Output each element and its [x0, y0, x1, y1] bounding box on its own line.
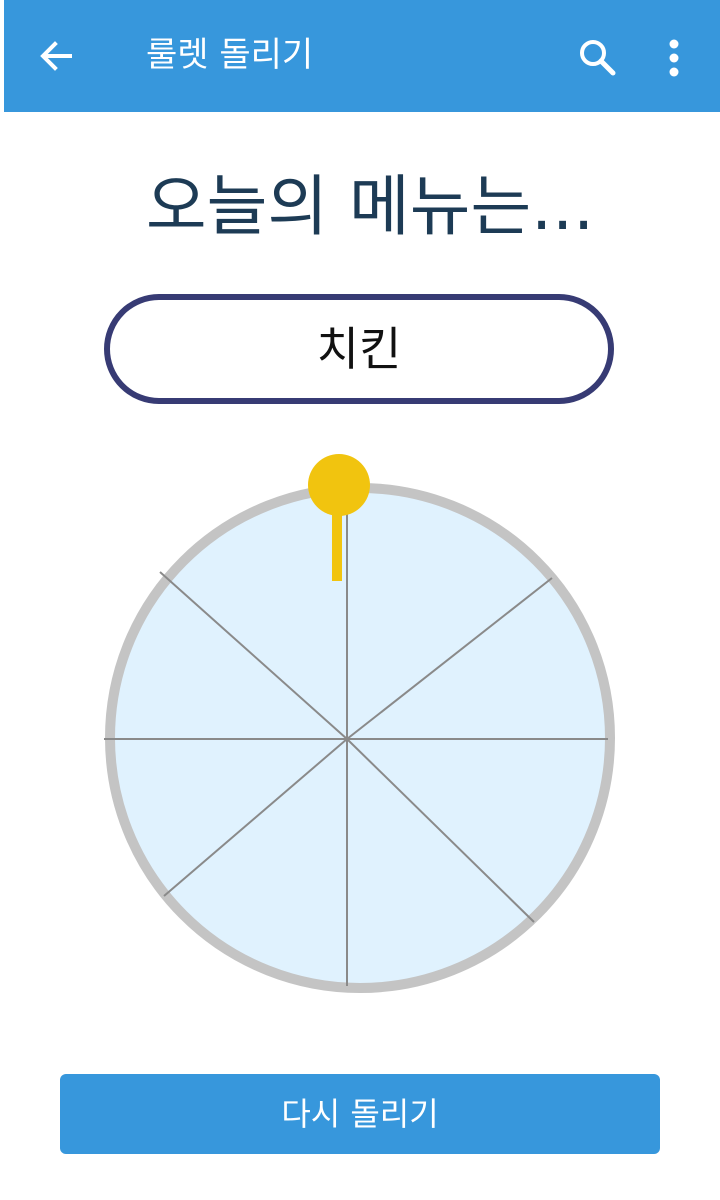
search-icon [580, 40, 616, 76]
app-title: 룰렛 돌리기 [146, 35, 314, 75]
search-button[interactable] [566, 28, 630, 88]
spin-again-button[interactable]: 다시 돌리기 [60, 1074, 660, 1154]
back-button[interactable] [24, 28, 88, 84]
result-text: 치킨 [316, 322, 402, 376]
result-box: 치킨 [104, 294, 614, 404]
more-vertical-icon [669, 39, 679, 77]
app-screen: 룰렛 돌리기 오늘의 메뉴는... 치킨 다시 돌리기 [0, 0, 720, 1200]
headline: 오늘의 메뉴는... [145, 168, 595, 245]
arrow-left-icon [40, 41, 72, 71]
more-options-button[interactable] [648, 28, 700, 88]
roulette-wheel[interactable] [100, 450, 620, 1000]
